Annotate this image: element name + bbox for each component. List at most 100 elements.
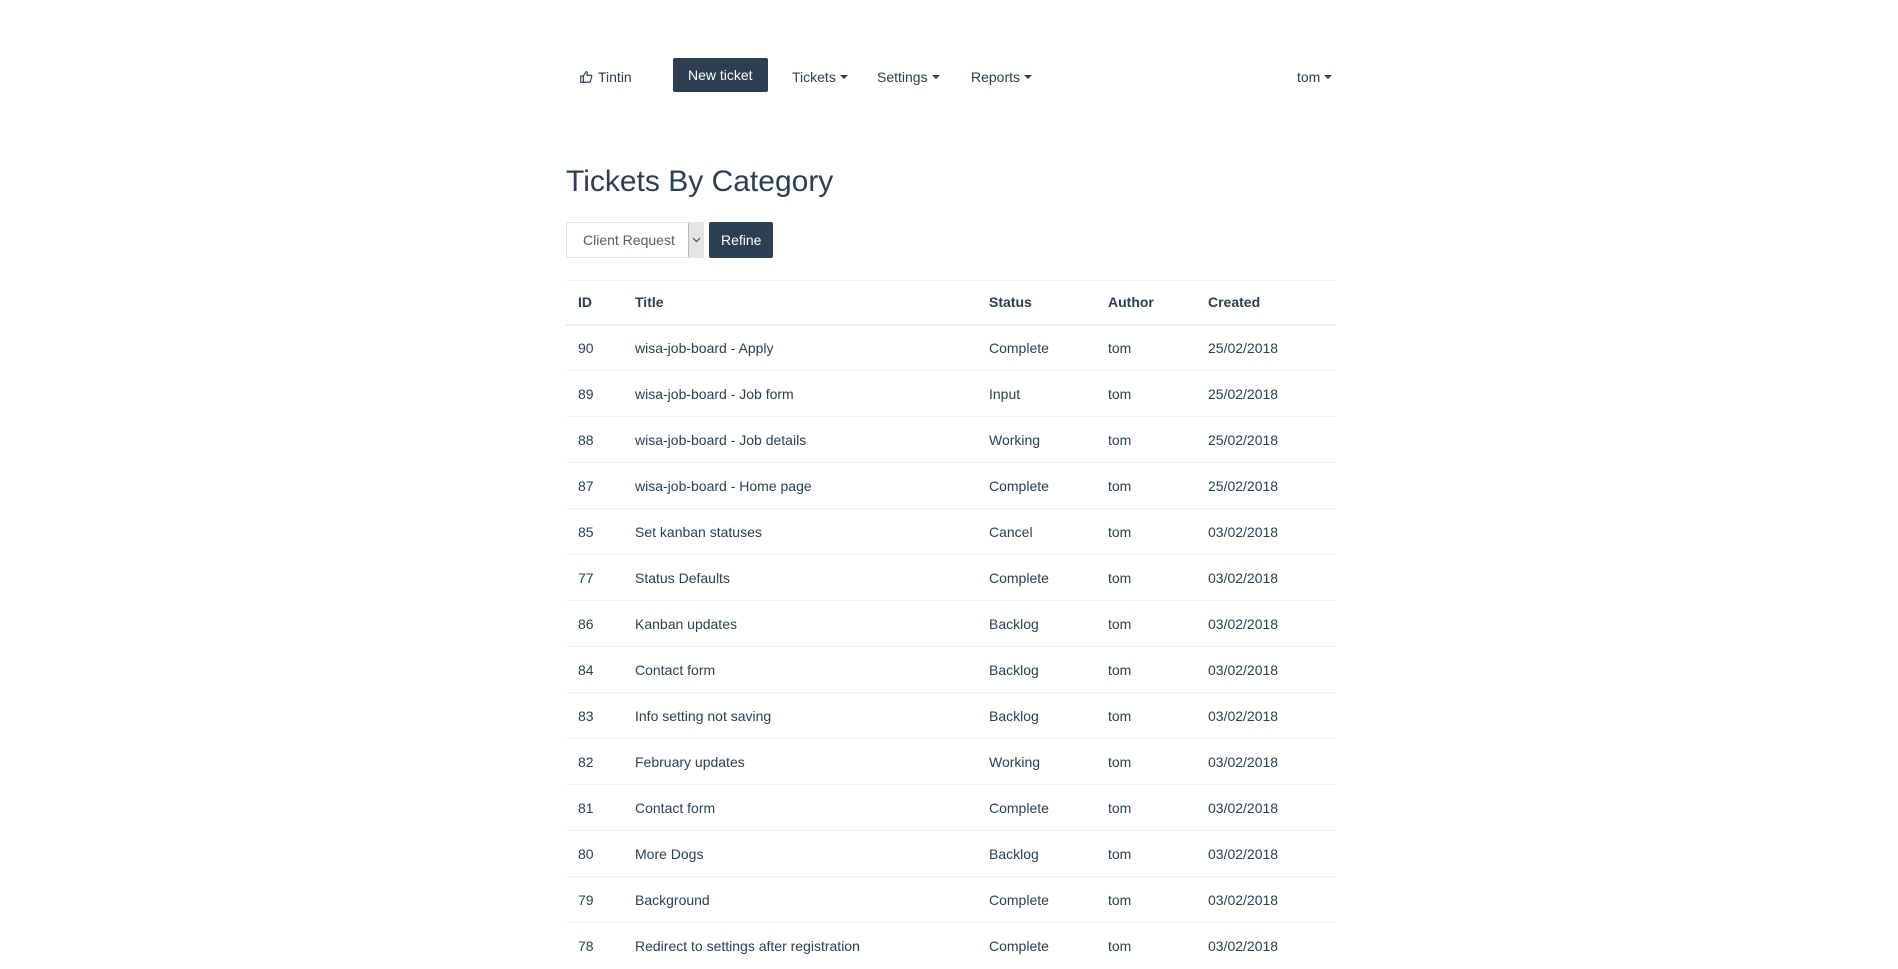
cell-title[interactable]: Contact form xyxy=(623,784,977,831)
cell-created: 03/02/2018 xyxy=(1196,922,1336,969)
table-row[interactable]: 89 wisa-job-board - Job form Input tom 2… xyxy=(566,370,1336,417)
cell-id: 86 xyxy=(566,600,623,647)
cell-author: tom xyxy=(1096,692,1196,739)
cell-status: Backlog xyxy=(977,830,1096,877)
cell-created: 03/02/2018 xyxy=(1196,600,1336,647)
table-row[interactable]: 82 February updates Working tom 03/02/20… xyxy=(566,738,1336,785)
cell-created: 03/02/2018 xyxy=(1196,646,1336,693)
caret-down-icon xyxy=(839,75,848,79)
cell-author: tom xyxy=(1096,324,1196,371)
cell-id: 83 xyxy=(566,692,623,739)
table-row[interactable]: 87 wisa-job-board - Home page Complete t… xyxy=(566,462,1336,509)
column-header-author[interactable]: Author xyxy=(1096,281,1196,325)
tickets-table: ID Title Status Author Created 90 wisa-j… xyxy=(566,280,1336,969)
cell-created: 03/02/2018 xyxy=(1196,738,1336,785)
cell-title[interactable]: wisa-job-board - Apply xyxy=(623,324,977,371)
cell-author: tom xyxy=(1096,876,1196,923)
cell-id: 88 xyxy=(566,416,623,463)
table-header-row: ID Title Status Author Created xyxy=(566,280,1336,325)
cell-status: Complete xyxy=(977,324,1096,371)
brand-link[interactable]: Tintin xyxy=(578,57,632,97)
table-row[interactable]: 86 Kanban updates Backlog tom 03/02/2018 xyxy=(566,600,1336,647)
cell-status: Complete xyxy=(977,876,1096,923)
table-row[interactable]: 83 Info setting not saving Backlog tom 0… xyxy=(566,692,1336,739)
cell-id: 77 xyxy=(566,554,623,601)
table-row[interactable]: 80 More Dogs Backlog tom 03/02/2018 xyxy=(566,830,1336,877)
cell-status: Backlog xyxy=(977,692,1096,739)
table-row[interactable]: 88 wisa-job-board - Job details Working … xyxy=(566,416,1336,463)
cell-status: Complete xyxy=(977,462,1096,509)
cell-id: 82 xyxy=(566,738,623,785)
cell-title[interactable]: wisa-job-board - Job form xyxy=(623,370,977,417)
cell-author: tom xyxy=(1096,554,1196,601)
cell-title[interactable]: wisa-job-board - Home page xyxy=(623,462,977,509)
table-row[interactable]: 81 Contact form Complete tom 03/02/2018 xyxy=(566,784,1336,831)
user-menu[interactable]: tom xyxy=(1297,57,1333,97)
cell-title[interactable]: Contact form xyxy=(623,646,977,693)
table-row[interactable]: 84 Contact form Backlog tom 03/02/2018 xyxy=(566,646,1336,693)
cell-author: tom xyxy=(1096,600,1196,647)
cell-author: tom xyxy=(1096,646,1196,693)
cell-title[interactable]: Background xyxy=(623,876,977,923)
cell-status: Cancel xyxy=(977,508,1096,555)
cell-status: Working xyxy=(977,416,1096,463)
cell-title[interactable]: February updates xyxy=(623,738,977,785)
cell-created: 25/02/2018 xyxy=(1196,324,1336,371)
chevron-down-icon xyxy=(688,223,703,257)
cell-id: 89 xyxy=(566,370,623,417)
cell-title[interactable]: wisa-job-board - Job details xyxy=(623,416,977,463)
caret-down-icon xyxy=(1324,75,1333,79)
cell-status: Input xyxy=(977,370,1096,417)
cell-created: 03/02/2018 xyxy=(1196,692,1336,739)
cell-title[interactable]: Set kanban statuses xyxy=(623,508,977,555)
cell-created: 03/02/2018 xyxy=(1196,554,1336,601)
nav-menu-reports-label: Reports xyxy=(971,69,1021,85)
cell-id: 81 xyxy=(566,784,623,831)
column-header-id[interactable]: ID xyxy=(566,281,623,325)
page-title: Tickets By Category xyxy=(566,165,834,198)
nav-menu-reports[interactable]: Reports xyxy=(971,57,1033,97)
column-header-created[interactable]: Created xyxy=(1196,281,1336,325)
cell-title[interactable]: Status Defaults xyxy=(623,554,977,601)
thumbs-up-icon xyxy=(578,69,594,85)
cell-title[interactable]: Kanban updates xyxy=(623,600,977,647)
cell-id: 85 xyxy=(566,508,623,555)
cell-id: 90 xyxy=(566,324,623,371)
cell-title[interactable]: More Dogs xyxy=(623,830,977,877)
new-ticket-button[interactable]: New ticket xyxy=(673,58,768,92)
tickets-table-wrapper: ID Title Status Author Created 90 wisa-j… xyxy=(566,280,1336,969)
column-header-status[interactable]: Status xyxy=(977,281,1096,325)
column-header-title[interactable]: Title xyxy=(623,281,977,325)
caret-down-icon xyxy=(931,75,940,79)
table-row[interactable]: 78 Redirect to settings after registrati… xyxy=(566,922,1336,969)
cell-created: 03/02/2018 xyxy=(1196,876,1336,923)
category-select-value: Client Request xyxy=(583,232,675,248)
cell-created: 25/02/2018 xyxy=(1196,462,1336,509)
table-row[interactable]: 77 Status Defaults Complete tom 03/02/20… xyxy=(566,554,1336,601)
cell-id: 84 xyxy=(566,646,623,693)
caret-down-icon xyxy=(1024,75,1033,79)
cell-author: tom xyxy=(1096,462,1196,509)
nav-menu-tickets-label: Tickets xyxy=(792,69,836,85)
cell-status: Complete xyxy=(977,784,1096,831)
cell-author: tom xyxy=(1096,784,1196,831)
table-row[interactable]: 85 Set kanban statuses Cancel tom 03/02/… xyxy=(566,508,1336,555)
cell-id: 87 xyxy=(566,462,623,509)
cell-id: 79 xyxy=(566,876,623,923)
category-select[interactable]: Client Request xyxy=(566,222,704,258)
refine-button[interactable]: Refine xyxy=(709,222,774,258)
table-row[interactable]: 79 Background Complete tom 03/02/2018 xyxy=(566,876,1336,923)
cell-author: tom xyxy=(1096,416,1196,463)
nav-menu-tickets[interactable]: Tickets xyxy=(792,57,848,97)
nav-menu-settings[interactable]: Settings xyxy=(877,57,940,97)
nav-menu-settings-label: Settings xyxy=(877,69,928,85)
cell-title[interactable]: Redirect to settings after registration xyxy=(623,922,977,969)
cell-author: tom xyxy=(1096,508,1196,555)
cell-status: Working xyxy=(977,738,1096,785)
cell-title[interactable]: Info setting not saving xyxy=(623,692,977,739)
cell-id: 78 xyxy=(566,922,623,969)
cell-created: 03/02/2018 xyxy=(1196,784,1336,831)
cell-status: Backlog xyxy=(977,600,1096,647)
brand-label: Tintin xyxy=(598,69,632,85)
table-row[interactable]: 90 wisa-job-board - Apply Complete tom 2… xyxy=(566,324,1336,371)
